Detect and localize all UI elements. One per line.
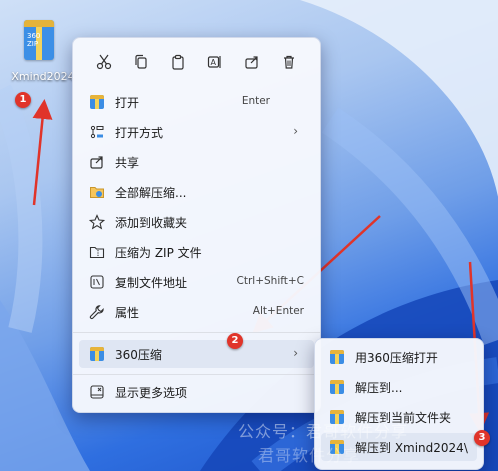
star-icon — [88, 214, 106, 230]
menu-item-properties[interactable]: 属性 Alt+Enter — [79, 298, 314, 326]
menu-item-label: 打开方式 — [115, 126, 164, 140]
menu-item-open[interactable]: 打开 Enter — [79, 88, 314, 116]
zip-archive-icon: 360 ZIP — [24, 20, 54, 60]
menu-item-label: 添加到收藏夹 — [115, 216, 188, 230]
step-badge-1: 1 — [15, 92, 31, 108]
menu-item-more-options[interactable]: 显示更多选项 — [79, 378, 314, 406]
wrench-icon — [89, 304, 105, 320]
menu-item-label: 全部解压缩... — [115, 186, 187, 200]
paste-icon[interactable] — [163, 48, 193, 76]
shortcut-text: Enter — [241, 95, 270, 107]
watermark-text: 公众号：君哥软件分享 — [238, 422, 409, 441]
menu-item-extract-all[interactable]: 全部解压缩... — [79, 178, 314, 206]
rename-icon[interactable]: A — [200, 48, 230, 76]
menu-item-share[interactable]: 共享 — [79, 148, 314, 176]
submenu-item-label: 解压到... — [355, 381, 403, 395]
desktop-file-label: Xmind2024 — [11, 70, 75, 83]
open-with-icon — [89, 124, 105, 140]
menu-item-label: 共享 — [115, 156, 140, 170]
submenu-item-extract-to[interactable]: 解压到... — [321, 373, 477, 401]
shortcut-text: Alt+Enter — [252, 305, 304, 317]
menu-item-open-with[interactable]: 打开方式 › — [79, 118, 314, 146]
chevron-right-icon: › — [293, 124, 298, 138]
zip-icon — [89, 346, 105, 362]
zip-icon — [89, 94, 105, 110]
share-icon — [89, 154, 105, 170]
watermark-text-2: 君哥软件分享 — [258, 446, 361, 465]
menu-item-label: 显示更多选项 — [115, 386, 188, 400]
step-badge-2: 2 — [227, 333, 243, 349]
menu-item-label: 压缩为 ZIP 文件 — [115, 246, 202, 260]
extract-all-icon — [89, 184, 105, 200]
step-badge-3: 3 — [474, 430, 490, 446]
menu-item-360-compress[interactable]: 360压缩 › — [79, 340, 314, 368]
submenu-item-label: 用360压缩打开 — [355, 351, 438, 365]
cut-icon[interactable] — [89, 48, 119, 76]
menu-item-add-favorites[interactable]: 添加到收藏夹 — [79, 208, 314, 236]
menu-item-label: 属性 — [115, 306, 140, 320]
menu-item-compress-zip[interactable]: 压缩为 ZIP 文件 — [79, 238, 314, 266]
menu-separator — [73, 374, 320, 375]
zip-icon — [329, 379, 345, 395]
svg-text:A: A — [211, 58, 217, 67]
share-icon[interactable] — [237, 48, 267, 76]
copy-path-icon — [89, 274, 105, 290]
menu-separator — [73, 332, 320, 333]
menu-item-label: 复制文件地址 — [115, 276, 188, 290]
delete-icon[interactable] — [274, 48, 304, 76]
context-toolbar: A — [81, 48, 312, 76]
copy-icon[interactable] — [126, 48, 156, 76]
zip-folder-icon — [89, 244, 105, 260]
more-options-icon — [89, 384, 105, 400]
context-menu: A 打开 Enter 打开方式 › 共享 全部解压缩... 添加到收藏夹 压缩为… — [72, 37, 321, 413]
menu-item-copy-path[interactable]: 复制文件地址 Ctrl+Shift+C — [79, 268, 314, 296]
zip-icon — [329, 349, 345, 365]
chevron-right-icon: › — [293, 346, 298, 360]
menu-item-label: 打开 — [115, 96, 140, 110]
submenu-item-open-with-360[interactable]: 用360压缩打开 — [321, 343, 477, 371]
menu-item-label: 360压缩 — [115, 348, 162, 362]
shortcut-text: Ctrl+Shift+C — [236, 275, 304, 287]
